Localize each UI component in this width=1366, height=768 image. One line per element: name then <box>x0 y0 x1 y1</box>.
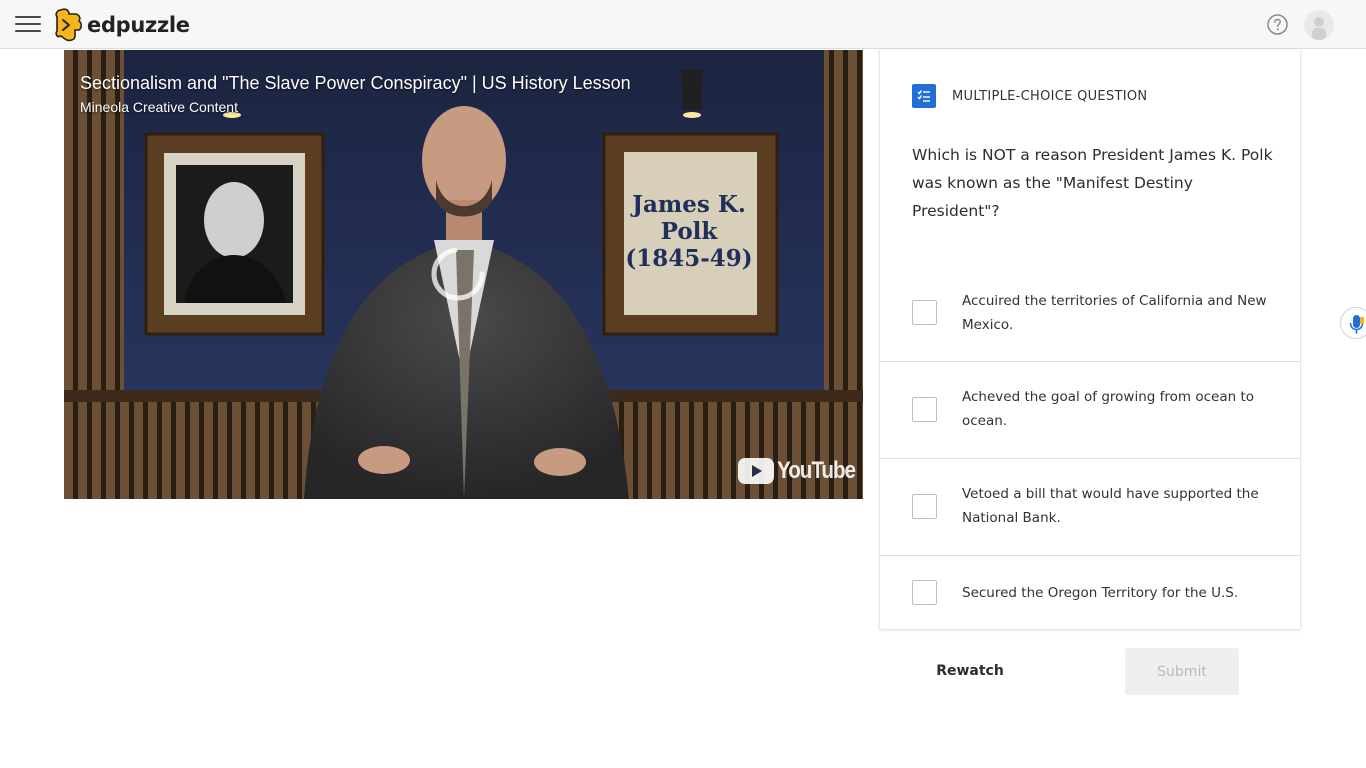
answer-checkbox[interactable] <box>912 397 937 422</box>
frame-caption-line: (1845-49) <box>625 245 753 272</box>
youtube-logo[interactable]: YouTube <box>738 457 863 485</box>
edpuzzle-logo[interactable]: edpuzzle <box>55 8 190 42</box>
frame-caption: James K. Polk (1845-49) <box>624 191 754 272</box>
help-icon[interactable] <box>1267 14 1288 35</box>
youtube-play-icon <box>738 458 774 484</box>
answer-option[interactable]: Secured the Oregon Territory for the U.S… <box>880 555 1300 630</box>
hamburger-menu-icon[interactable] <box>15 13 41 35</box>
question-type: MULTIPLE-CHOICE QUESTION <box>912 84 1147 108</box>
video-channel[interactable]: Mineola Creative Content <box>80 99 238 115</box>
frame-caption-line: Polk <box>660 218 718 245</box>
checklist-icon <box>912 84 936 108</box>
question-type-label: MULTIPLE-CHOICE QUESTION <box>952 88 1148 104</box>
video-player[interactable]: James K. Polk (1845-49) Sectionalism and… <box>64 50 863 499</box>
loading-spinner-icon <box>431 247 485 301</box>
answer-label: Acheved the goal of growing from ocean t… <box>962 389 1254 429</box>
answer-label: Secured the Oregon Territory for the U.S… <box>962 585 1239 601</box>
answer-checkbox[interactable] <box>912 580 937 605</box>
youtube-wordmark: YouTube <box>777 457 856 484</box>
app-name: edpuzzle <box>87 13 190 37</box>
frame-caption-line: James K. <box>632 191 746 218</box>
answer-label: Vetoed a bill that would have supported … <box>962 486 1259 526</box>
answer-checkbox[interactable] <box>912 300 937 325</box>
question-text: Which is NOT a reason President James K.… <box>912 146 1273 220</box>
video-title[interactable]: Sectionalism and "The Slave Power Conspi… <box>80 73 631 94</box>
avatar-icon <box>1312 17 1326 40</box>
microphone-icon <box>1349 315 1364 334</box>
question-panel: MULTIPLE-CHOICE QUESTION Which is NOT a … <box>879 50 1301 630</box>
edpuzzle-logo-icon <box>55 8 83 42</box>
avatar[interactable] <box>1304 10 1334 40</box>
top-bar: edpuzzle <box>0 0 1366 49</box>
rewatch-button[interactable]: Rewatch <box>920 648 1020 694</box>
answer-option[interactable]: Acheved the goal of growing from ocean t… <box>880 361 1300 458</box>
answer-option[interactable]: Accuired the territories of California a… <box>880 265 1300 362</box>
microphone-button[interactable] <box>1340 307 1366 339</box>
answer-option[interactable]: Vetoed a bill that would have supported … <box>880 458 1300 555</box>
answer-label: Accuired the territories of California a… <box>962 293 1267 333</box>
answer-checkbox[interactable] <box>912 494 937 519</box>
submit-button[interactable]: Submit <box>1125 648 1239 695</box>
